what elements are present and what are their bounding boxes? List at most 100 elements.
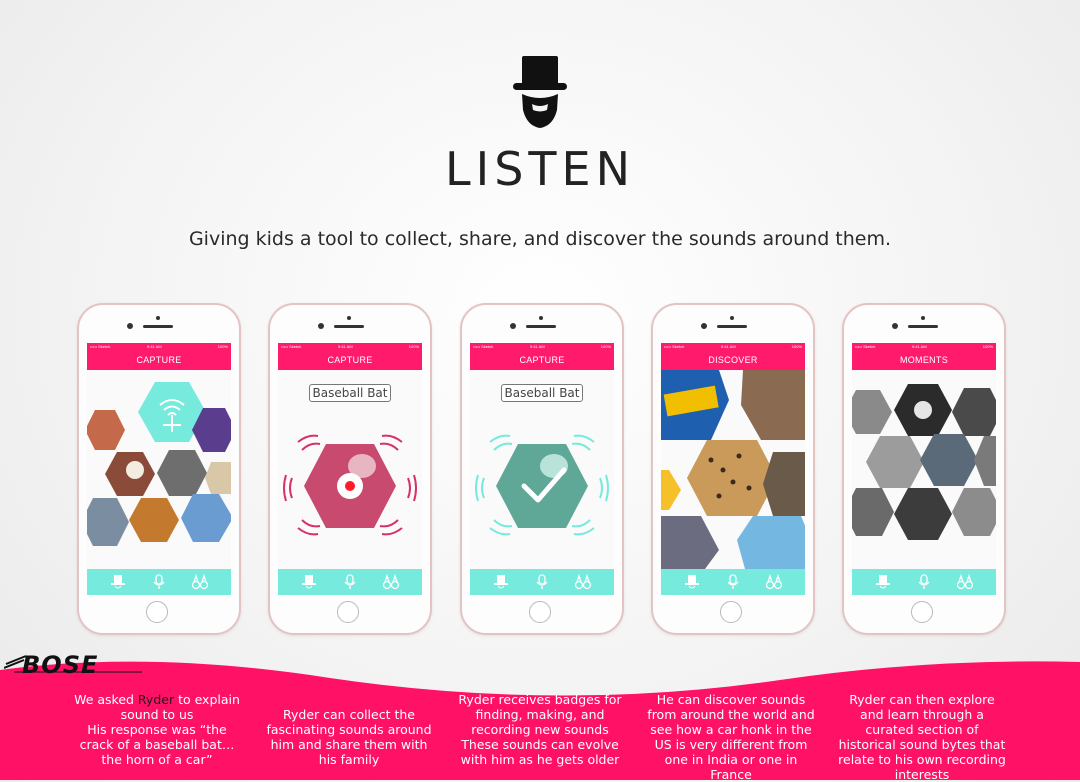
microphone-icon[interactable]: [150, 574, 168, 590]
photo-hex-hands[interactable]: [181, 494, 231, 542]
hat-icon[interactable]: [683, 574, 701, 590]
status-bar: ••••• Sketch 9:41 AM 100%: [852, 343, 996, 350]
front-camera: [701, 323, 707, 329]
app-title: LISTEN: [445, 142, 635, 196]
photo-hex-mlk[interactable]: [894, 488, 952, 540]
status-time: 9:41 AM: [912, 344, 927, 349]
caption-4: He can discover sounds from around the w…: [647, 692, 815, 782]
caption-1-highlight: Ryder: [137, 692, 175, 707]
phone-capture-recording: ••••• Sketch 9:41 AM 100% CAPTURE Baseba…: [268, 303, 432, 635]
record-dot-icon: [345, 481, 355, 491]
status-time: 9:41 AM: [338, 344, 353, 349]
home-button[interactable]: [911, 601, 933, 623]
binoculars-icon[interactable]: [382, 574, 400, 590]
sound-hex-grid: [87, 382, 231, 546]
photo-hex-marines[interactable]: [852, 488, 894, 536]
photo-hex-lightning[interactable]: [661, 516, 719, 569]
photo-hex-keyboard[interactable]: [157, 450, 207, 496]
photo-hex-drummer[interactable]: [129, 498, 179, 542]
earpiece-speaker: [143, 325, 173, 328]
photo-hex-iwo-jima[interactable]: [952, 488, 996, 536]
caption-3: Ryder receives badges for finding, makin…: [455, 692, 625, 767]
caption-5: Ryder can then explore and learn through…: [838, 692, 1006, 782]
microphone-icon[interactable]: [533, 574, 551, 590]
photo-hex-bark[interactable]: [763, 452, 805, 516]
sensor-dot: [347, 316, 351, 320]
home-button[interactable]: [720, 601, 742, 623]
photo-hex-historic-2[interactable]: [974, 436, 996, 486]
photo-hex-city-street[interactable]: [741, 370, 805, 440]
home-button[interactable]: [337, 601, 359, 623]
phone-screen: ••••• Sketch 9:41 AM 100% DISCOVER: [661, 343, 805, 595]
status-bar: ••••• Sketch 9:41 AM 100%: [87, 343, 231, 350]
completed-hex: [475, 434, 609, 536]
sensor-dot: [156, 316, 160, 320]
baseball-bat-photo-hex: [496, 444, 588, 528]
status-carrier: ••••• Sketch: [855, 344, 876, 349]
status-time: 9:41 AM: [147, 344, 162, 349]
home-button[interactable]: [146, 601, 168, 623]
status-carrier: ••••• Sketch: [473, 344, 494, 349]
sensor-dot: [921, 316, 925, 320]
tab-bar: [661, 569, 805, 595]
photo-hex-kid-blowing[interactable]: [737, 516, 805, 569]
microphone-icon[interactable]: [915, 574, 933, 590]
hat-icon[interactable]: [109, 574, 127, 590]
bose-logo: BOSE: [22, 651, 99, 679]
photo-hex-president[interactable]: [920, 434, 978, 486]
caption-3-text: Ryder receives badges for finding, makin…: [458, 692, 622, 737]
phone-screen: ••••• Sketch 9:41 AM 100% CAPTURE: [87, 343, 231, 595]
moments-hex-grid: [852, 384, 996, 540]
microphone-icon[interactable]: [341, 574, 359, 590]
front-camera: [318, 323, 324, 329]
tab-bar: [278, 569, 422, 595]
photo-hex-statue[interactable]: [952, 388, 996, 436]
photo-hex-misc[interactable]: [205, 462, 231, 494]
nav-title: CAPTURE: [278, 350, 422, 370]
caption-1-line2: His response was “the crack of a basebal…: [79, 722, 235, 767]
nav-title: MOMENTS: [852, 350, 996, 370]
home-button[interactable]: [529, 601, 551, 623]
hat-icon[interactable]: [874, 574, 892, 590]
sensor-dot: [539, 316, 543, 320]
nav-title: CAPTURE: [470, 350, 614, 370]
status-carrier: ••••• Sketch: [664, 344, 685, 349]
hat-icon[interactable]: [300, 574, 318, 590]
caption-1-before: We asked: [74, 692, 138, 707]
status-battery: 100%: [217, 344, 228, 349]
baseball-photo: [540, 454, 568, 478]
nav-title: CAPTURE: [87, 350, 231, 370]
earpiece-speaker: [334, 325, 364, 328]
phone-capture-complete: ••••• Sketch 9:41 AM 100% CAPTURE Baseba…: [460, 303, 624, 635]
status-bar: ••••• Sketch 9:41 AM 100%: [470, 343, 614, 350]
binoculars-icon[interactable]: [574, 574, 592, 590]
tab-bar: [852, 569, 996, 595]
baseball-icon: [126, 461, 144, 479]
phone-moments: ••••• Sketch 9:41 AM 100% MOMENTS: [842, 303, 1006, 635]
earpiece-speaker: [526, 325, 556, 328]
phone-screen: ••••• Sketch 9:41 AM 100% CAPTURE Baseba…: [278, 343, 422, 595]
photo-hex-kid[interactable]: [87, 410, 125, 450]
binoculars-icon[interactable]: [765, 574, 783, 590]
status-battery: 100%: [600, 344, 611, 349]
status-bar: ••••• Sketch 9:41 AM 100%: [278, 343, 422, 350]
status-time: 9:41 AM: [530, 344, 545, 349]
astronaut-helmet: [914, 401, 932, 419]
earpiece-speaker: [908, 325, 938, 328]
binoculars-icon[interactable]: [956, 574, 974, 590]
photo-hex-historic-1[interactable]: [852, 390, 892, 434]
photo-hex-waves[interactable]: [87, 498, 129, 546]
caption-1: We asked Ryder to explain sound to us Hi…: [72, 692, 242, 767]
photo-hex-cheetah[interactable]: [687, 440, 777, 516]
discover-hex-grid: [661, 370, 805, 569]
microphone-icon[interactable]: [724, 574, 742, 590]
binoculars-icon[interactable]: [191, 574, 209, 590]
photo-hex-2016[interactable]: [866, 436, 924, 488]
status-time: 9:41 AM: [721, 344, 736, 349]
status-battery: 100%: [408, 344, 419, 349]
hat-icon[interactable]: [492, 574, 510, 590]
status-battery: 100%: [982, 344, 993, 349]
photo-hex-bananas[interactable]: [661, 470, 681, 510]
status-carrier: ••••• Sketch: [90, 344, 111, 349]
status-carrier: ••••• Sketch: [281, 344, 302, 349]
